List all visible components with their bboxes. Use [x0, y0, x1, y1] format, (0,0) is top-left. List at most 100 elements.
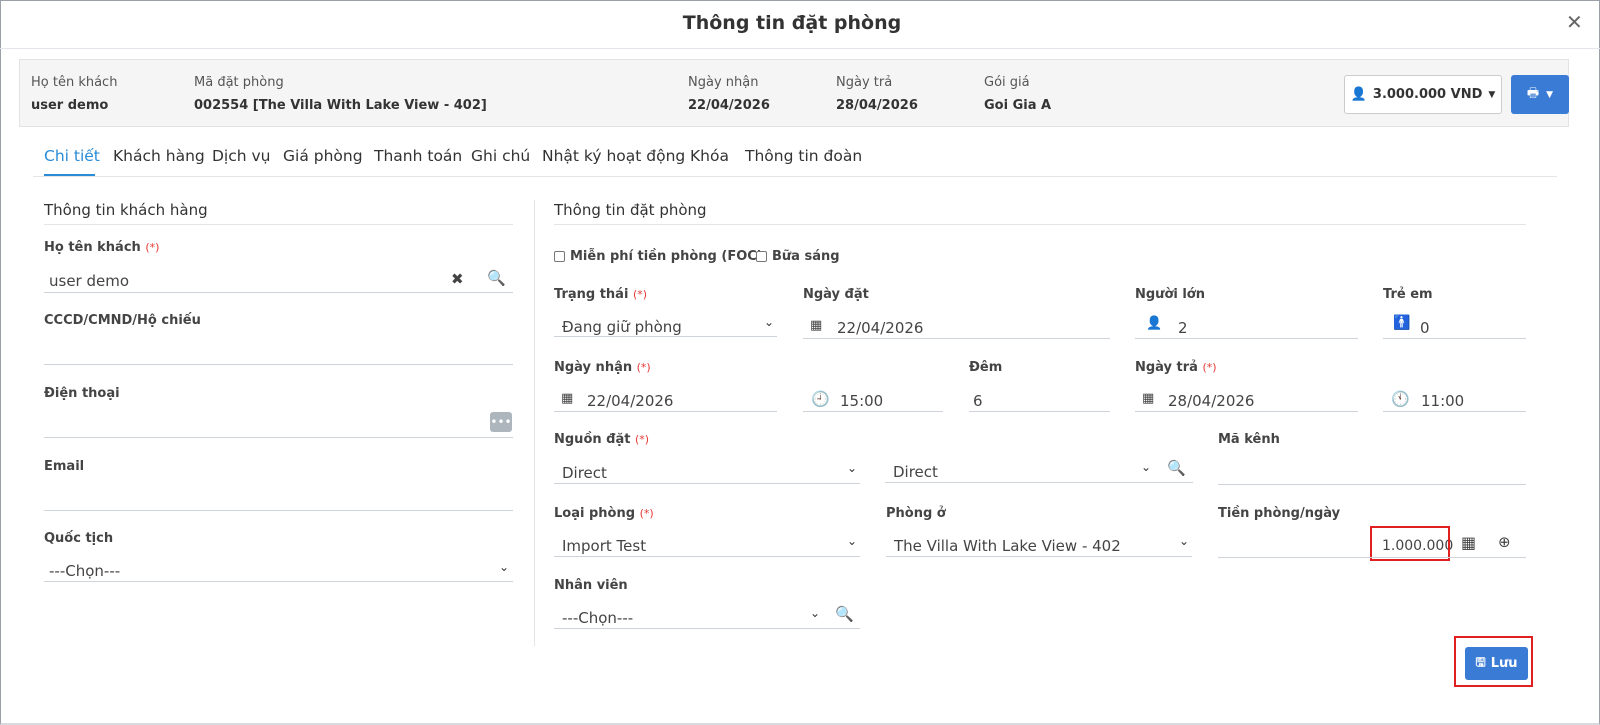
- tab-nhat-ky[interactable]: Nhật ký hoạt động: [542, 147, 685, 165]
- booking-section-title: Thông tin đặt phòng: [554, 201, 707, 219]
- search-icon[interactable]: 🔍: [1167, 459, 1186, 477]
- save-button[interactable]: 🖫 Lưu: [1465, 647, 1528, 680]
- room-label: Phòng ở: [886, 506, 946, 521]
- booking-date-input[interactable]: 22/04/2026: [837, 319, 923, 337]
- dialog-title: Thông tin đặt phòng: [682, 12, 902, 34]
- status-label: Trạng thái (*): [554, 287, 648, 302]
- tab-thanh-toan[interactable]: Thanh toán: [374, 147, 462, 165]
- checkout-date-input[interactable]: 28/04/2026: [1168, 392, 1254, 410]
- phone-input[interactable]: [44, 437, 513, 438]
- close-icon[interactable]: ✕: [1566, 10, 1583, 34]
- nights-underline: [969, 411, 1110, 412]
- more-icon[interactable]: •••: [490, 412, 512, 432]
- children-input[interactable]: 0: [1420, 319, 1430, 337]
- tab-dich-vu[interactable]: Dịch vụ: [212, 147, 271, 165]
- chevron-down-icon: ⌄: [847, 534, 858, 548]
- save-label: Lưu: [1490, 656, 1518, 671]
- clock-icon: 🕚: [1391, 390, 1410, 408]
- tab-gia-phong[interactable]: Giá phòng: [283, 147, 363, 165]
- room-price-label: Tiền phòng/ngày: [1218, 506, 1341, 521]
- chevron-down-icon: ⌄: [1141, 460, 1152, 474]
- room-price-underline: [1218, 557, 1526, 558]
- booking-date-underline: [803, 338, 1110, 339]
- staff-underline: [554, 628, 860, 629]
- booking-date-label: Ngày đặt: [803, 287, 869, 302]
- search-icon[interactable]: 🔍: [487, 269, 506, 287]
- header-divider: [0, 48, 1600, 49]
- tab-thong-tin-doan[interactable]: Thông tin đoàn: [745, 147, 862, 165]
- active-tab-indicator: [44, 174, 95, 176]
- room-select[interactable]: The Villa With Lake View - 402: [894, 537, 1121, 555]
- summary-checkin-label: Ngày nhận: [688, 75, 759, 90]
- children-underline: [1383, 338, 1526, 339]
- adults-input[interactable]: 2: [1178, 319, 1188, 337]
- price-highlight-box: [1370, 526, 1450, 561]
- checkbox-icon: [554, 251, 565, 262]
- summary-rate-label: Gói giá: [984, 75, 1030, 90]
- search-icon[interactable]: 🔍: [835, 605, 854, 623]
- nights-input[interactable]: 6: [973, 392, 983, 410]
- checkin-time-underline: [803, 411, 943, 412]
- staff-select[interactable]: ---Chọn---: [562, 609, 633, 627]
- checkin-time-input[interactable]: 15:00: [840, 392, 883, 410]
- tab-ghi-chu[interactable]: Ghi chú: [471, 147, 530, 165]
- total-price-label: 3.000.000 VND: [1372, 87, 1483, 102]
- channel-code-label: Mã kênh: [1218, 432, 1280, 447]
- summary-guest-label: Họ tên khách: [31, 75, 118, 90]
- checkin-date-input[interactable]: 22/04/2026: [587, 392, 673, 410]
- channel-code-input[interactable]: [1218, 484, 1526, 485]
- checkin-label: Ngày nhận (*): [554, 360, 651, 375]
- print-dropdown-button[interactable]: 🖶 ▼: [1511, 75, 1569, 114]
- foc-checkbox[interactable]: Miễn phí tiền phòng (FOC): [554, 249, 763, 264]
- source-detail-select[interactable]: Direct: [893, 463, 938, 481]
- room-underline: [886, 556, 1192, 557]
- summary-checkout-value: 28/04/2026: [836, 98, 918, 113]
- foc-label: Miễn phí tiền phòng (FOC): [570, 249, 763, 264]
- id-card-input[interactable]: [44, 364, 513, 365]
- summary-checkin-value: 22/04/2026: [688, 98, 770, 113]
- children-label: Trẻ em: [1383, 287, 1433, 302]
- source-select[interactable]: Direct: [562, 464, 607, 482]
- breakfast-checkbox[interactable]: Bữa sáng: [756, 249, 840, 264]
- guest-name-underline: [44, 292, 513, 293]
- nationality-underline: [44, 581, 513, 582]
- email-input[interactable]: [44, 510, 513, 511]
- guest-name-input[interactable]: user demo: [49, 272, 129, 290]
- adults-label: Người lớn: [1135, 287, 1205, 302]
- chevron-down-icon: ⌄: [847, 461, 858, 475]
- nationality-label: Quốc tịch: [44, 531, 114, 546]
- summary-rate-value: Goi Gia A: [984, 98, 1052, 113]
- total-price-dropdown[interactable]: 👤 3.000.000 VND ▼: [1344, 75, 1502, 114]
- tabs-divider: [33, 176, 1557, 177]
- add-circle-icon[interactable]: ⊕: [1498, 533, 1511, 551]
- email-label: Email: [44, 459, 85, 474]
- tab-khoa[interactable]: Khóa: [690, 147, 729, 165]
- status-underline: [554, 336, 777, 337]
- room-type-select[interactable]: Import Test: [562, 537, 646, 555]
- caret-down-icon: ▼: [1488, 89, 1496, 100]
- adults-underline: [1135, 338, 1358, 339]
- phone-label: Điện thoại: [44, 386, 120, 401]
- calculator-icon[interactable]: ▦: [1461, 533, 1476, 552]
- booking-section-divider: [554, 224, 1526, 225]
- nationality-select[interactable]: ---Chọn---: [49, 562, 120, 580]
- column-divider: [534, 200, 535, 646]
- caret-down-icon: ▼: [1546, 89, 1554, 100]
- clear-icon[interactable]: ✖: [451, 270, 464, 288]
- chevron-down-icon: ⌄: [499, 560, 510, 574]
- child-icon: 🚹: [1393, 315, 1411, 331]
- staff-label: Nhân viên: [554, 578, 628, 593]
- checkbox-icon: [756, 251, 767, 262]
- tab-chi-tiet[interactable]: Chi tiết: [44, 147, 100, 165]
- summary-guest-value: user demo: [31, 98, 109, 113]
- chevron-down-icon: ⌄: [764, 315, 775, 329]
- status-select[interactable]: Đang giữ phòng: [562, 318, 682, 336]
- room-type-label: Loại phòng (*): [554, 506, 654, 521]
- checkin-date-underline: [554, 411, 777, 412]
- checkout-time-input[interactable]: 11:00: [1421, 392, 1464, 410]
- customer-section-divider: [44, 224, 513, 225]
- chevron-down-icon: ⌄: [1179, 534, 1190, 548]
- tab-khach-hang[interactable]: Khách hàng: [113, 147, 205, 165]
- summary-code-label: Mã đặt phòng: [194, 75, 284, 90]
- summary-code-value: 002554 [The Villa With Lake View - 402]: [194, 98, 487, 113]
